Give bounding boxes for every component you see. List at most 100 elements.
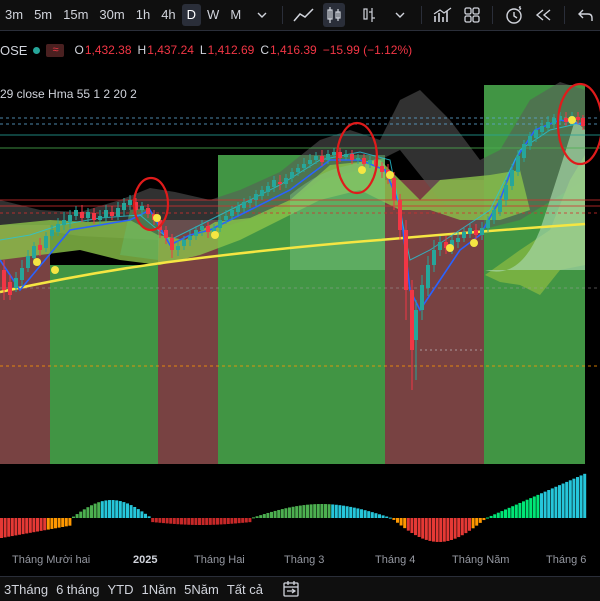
close-key: C bbox=[260, 43, 269, 57]
timeframe-m-button[interactable]: M bbox=[225, 4, 246, 26]
ohlc-legend: OSE ≈ O 1,432.38 H 1,437.24 L 1,412.69 C 1,4… bbox=[0, 42, 418, 58]
oscillator-bar bbox=[543, 491, 547, 518]
oscillator-bar bbox=[133, 506, 137, 518]
oscillator-bar bbox=[194, 518, 198, 525]
oscillator-bar bbox=[554, 486, 558, 518]
oscillator-bar bbox=[219, 518, 223, 525]
range-button[interactable]: 6 tháng bbox=[52, 582, 103, 597]
oscillator-bar bbox=[327, 504, 331, 518]
oscillator-bar bbox=[226, 518, 230, 524]
time-axis[interactable]: Tháng Mười hai 2025 Tháng Hai Tháng 3 Tháng … bbox=[0, 550, 600, 572]
bull-candle bbox=[122, 203, 126, 210]
oscillator-bar bbox=[536, 494, 540, 518]
oscillator-bar bbox=[439, 518, 443, 542]
oscillator-pane[interactable] bbox=[0, 468, 600, 548]
timeframe-15m-button[interactable]: 15m bbox=[58, 4, 93, 26]
timeframe-3m-button[interactable]: 3m bbox=[0, 4, 28, 26]
oscillator-bar bbox=[547, 490, 551, 518]
oscillator-bar bbox=[334, 504, 338, 518]
bear-candle bbox=[362, 158, 366, 164]
oscillator-bar bbox=[180, 518, 183, 525]
chart-type-dropdown-icon[interactable] bbox=[390, 3, 411, 27]
bull-candle bbox=[414, 310, 418, 340]
range-button[interactable]: 1Năm bbox=[137, 582, 180, 597]
timeframe-5m-button[interactable]: 5m bbox=[29, 4, 57, 26]
low-value: 1,412.69 bbox=[207, 43, 255, 57]
indicator-legend[interactable]: 29 close Hma 55 1 2 20 2 bbox=[0, 87, 137, 101]
bull-candle bbox=[182, 240, 186, 246]
bull-candle bbox=[492, 210, 496, 220]
oscillator-bar bbox=[266, 512, 270, 518]
oscillator-bar bbox=[104, 500, 108, 518]
oscillator-bar bbox=[306, 504, 309, 518]
bear-candle bbox=[564, 118, 568, 122]
time-axis-label: Tháng 4 bbox=[375, 554, 416, 566]
bull-candle bbox=[302, 164, 306, 168]
range-button[interactable]: 3Tháng bbox=[0, 582, 52, 597]
timeframe-1h-button[interactable]: 1h bbox=[131, 4, 155, 26]
templates-icon[interactable] bbox=[461, 3, 482, 27]
bear-candle bbox=[2, 270, 6, 290]
bull-candle bbox=[14, 278, 18, 288]
oscillator-bar bbox=[144, 513, 147, 518]
timeframe-4h-button[interactable]: 4h bbox=[156, 4, 180, 26]
oscillator-bar bbox=[205, 518, 209, 525]
replay-icon[interactable] bbox=[533, 3, 554, 27]
bear-candle bbox=[392, 178, 396, 200]
range-button[interactable]: Tất cả bbox=[223, 582, 267, 597]
bear-candle bbox=[474, 230, 478, 235]
oscillator-bar bbox=[313, 504, 317, 518]
indicators-icon[interactable] bbox=[432, 3, 453, 27]
timeframe-dropdown-icon[interactable] bbox=[251, 3, 272, 27]
bull-candle bbox=[56, 224, 60, 232]
bull-candle bbox=[230, 210, 234, 216]
bear-candle bbox=[8, 282, 12, 295]
timeframe-w-button[interactable]: W bbox=[202, 4, 224, 26]
oscillator-bar bbox=[86, 507, 90, 518]
oscillator-bar bbox=[406, 518, 410, 531]
bull-candle bbox=[516, 156, 520, 172]
oscillator-bar bbox=[316, 504, 320, 518]
range-button[interactable]: YTD bbox=[103, 582, 137, 597]
timeframe-d-button[interactable]: D bbox=[181, 4, 202, 26]
bull-candle bbox=[426, 265, 430, 288]
oscillator-bar bbox=[7, 518, 11, 537]
bear-zone bbox=[0, 225, 50, 464]
oscillator-bar bbox=[54, 518, 57, 529]
oscillator-bar bbox=[367, 511, 371, 518]
oscillator-bar bbox=[435, 518, 439, 542]
oscillator-bar bbox=[352, 507, 356, 518]
oscillator-bar bbox=[504, 509, 507, 518]
oscillator-bar bbox=[216, 518, 219, 525]
bars-type-icon[interactable] bbox=[361, 3, 382, 27]
symbol-label[interactable]: OSE bbox=[0, 43, 27, 58]
oscillator-bar bbox=[248, 518, 252, 523]
oscillator-bar bbox=[471, 518, 475, 529]
oscillator-bar bbox=[122, 502, 126, 518]
oscillator-bar bbox=[158, 518, 162, 523]
bull-candle bbox=[296, 168, 300, 172]
open-value: 1,432.38 bbox=[84, 43, 132, 57]
price-chart[interactable] bbox=[0, 60, 600, 468]
bear-candle bbox=[320, 156, 324, 162]
timeframe-30m-button[interactable]: 30m bbox=[94, 4, 129, 26]
undo-icon[interactable] bbox=[575, 3, 596, 27]
oscillator-bar bbox=[43, 518, 47, 531]
oscillator-bar bbox=[244, 518, 248, 523]
calendar-range-icon[interactable] bbox=[279, 577, 303, 601]
oscillator-bar bbox=[295, 506, 299, 518]
line-chart-icon[interactable] bbox=[293, 3, 315, 27]
oscillator-bar bbox=[457, 518, 461, 538]
oscillator-bar bbox=[118, 501, 122, 518]
bull-candle bbox=[272, 180, 276, 187]
oscillator-bar bbox=[61, 518, 65, 527]
bull-candle bbox=[522, 144, 526, 158]
oscillator-bar bbox=[496, 512, 500, 518]
bull-candle bbox=[224, 216, 228, 220]
bull-candle bbox=[534, 130, 538, 138]
oscillator-bar bbox=[201, 518, 205, 525]
candles-icon[interactable] bbox=[323, 3, 345, 27]
range-button[interactable]: 5Năm bbox=[180, 582, 223, 597]
alert-icon[interactable] bbox=[503, 3, 524, 27]
oscillator-bar bbox=[511, 506, 515, 518]
